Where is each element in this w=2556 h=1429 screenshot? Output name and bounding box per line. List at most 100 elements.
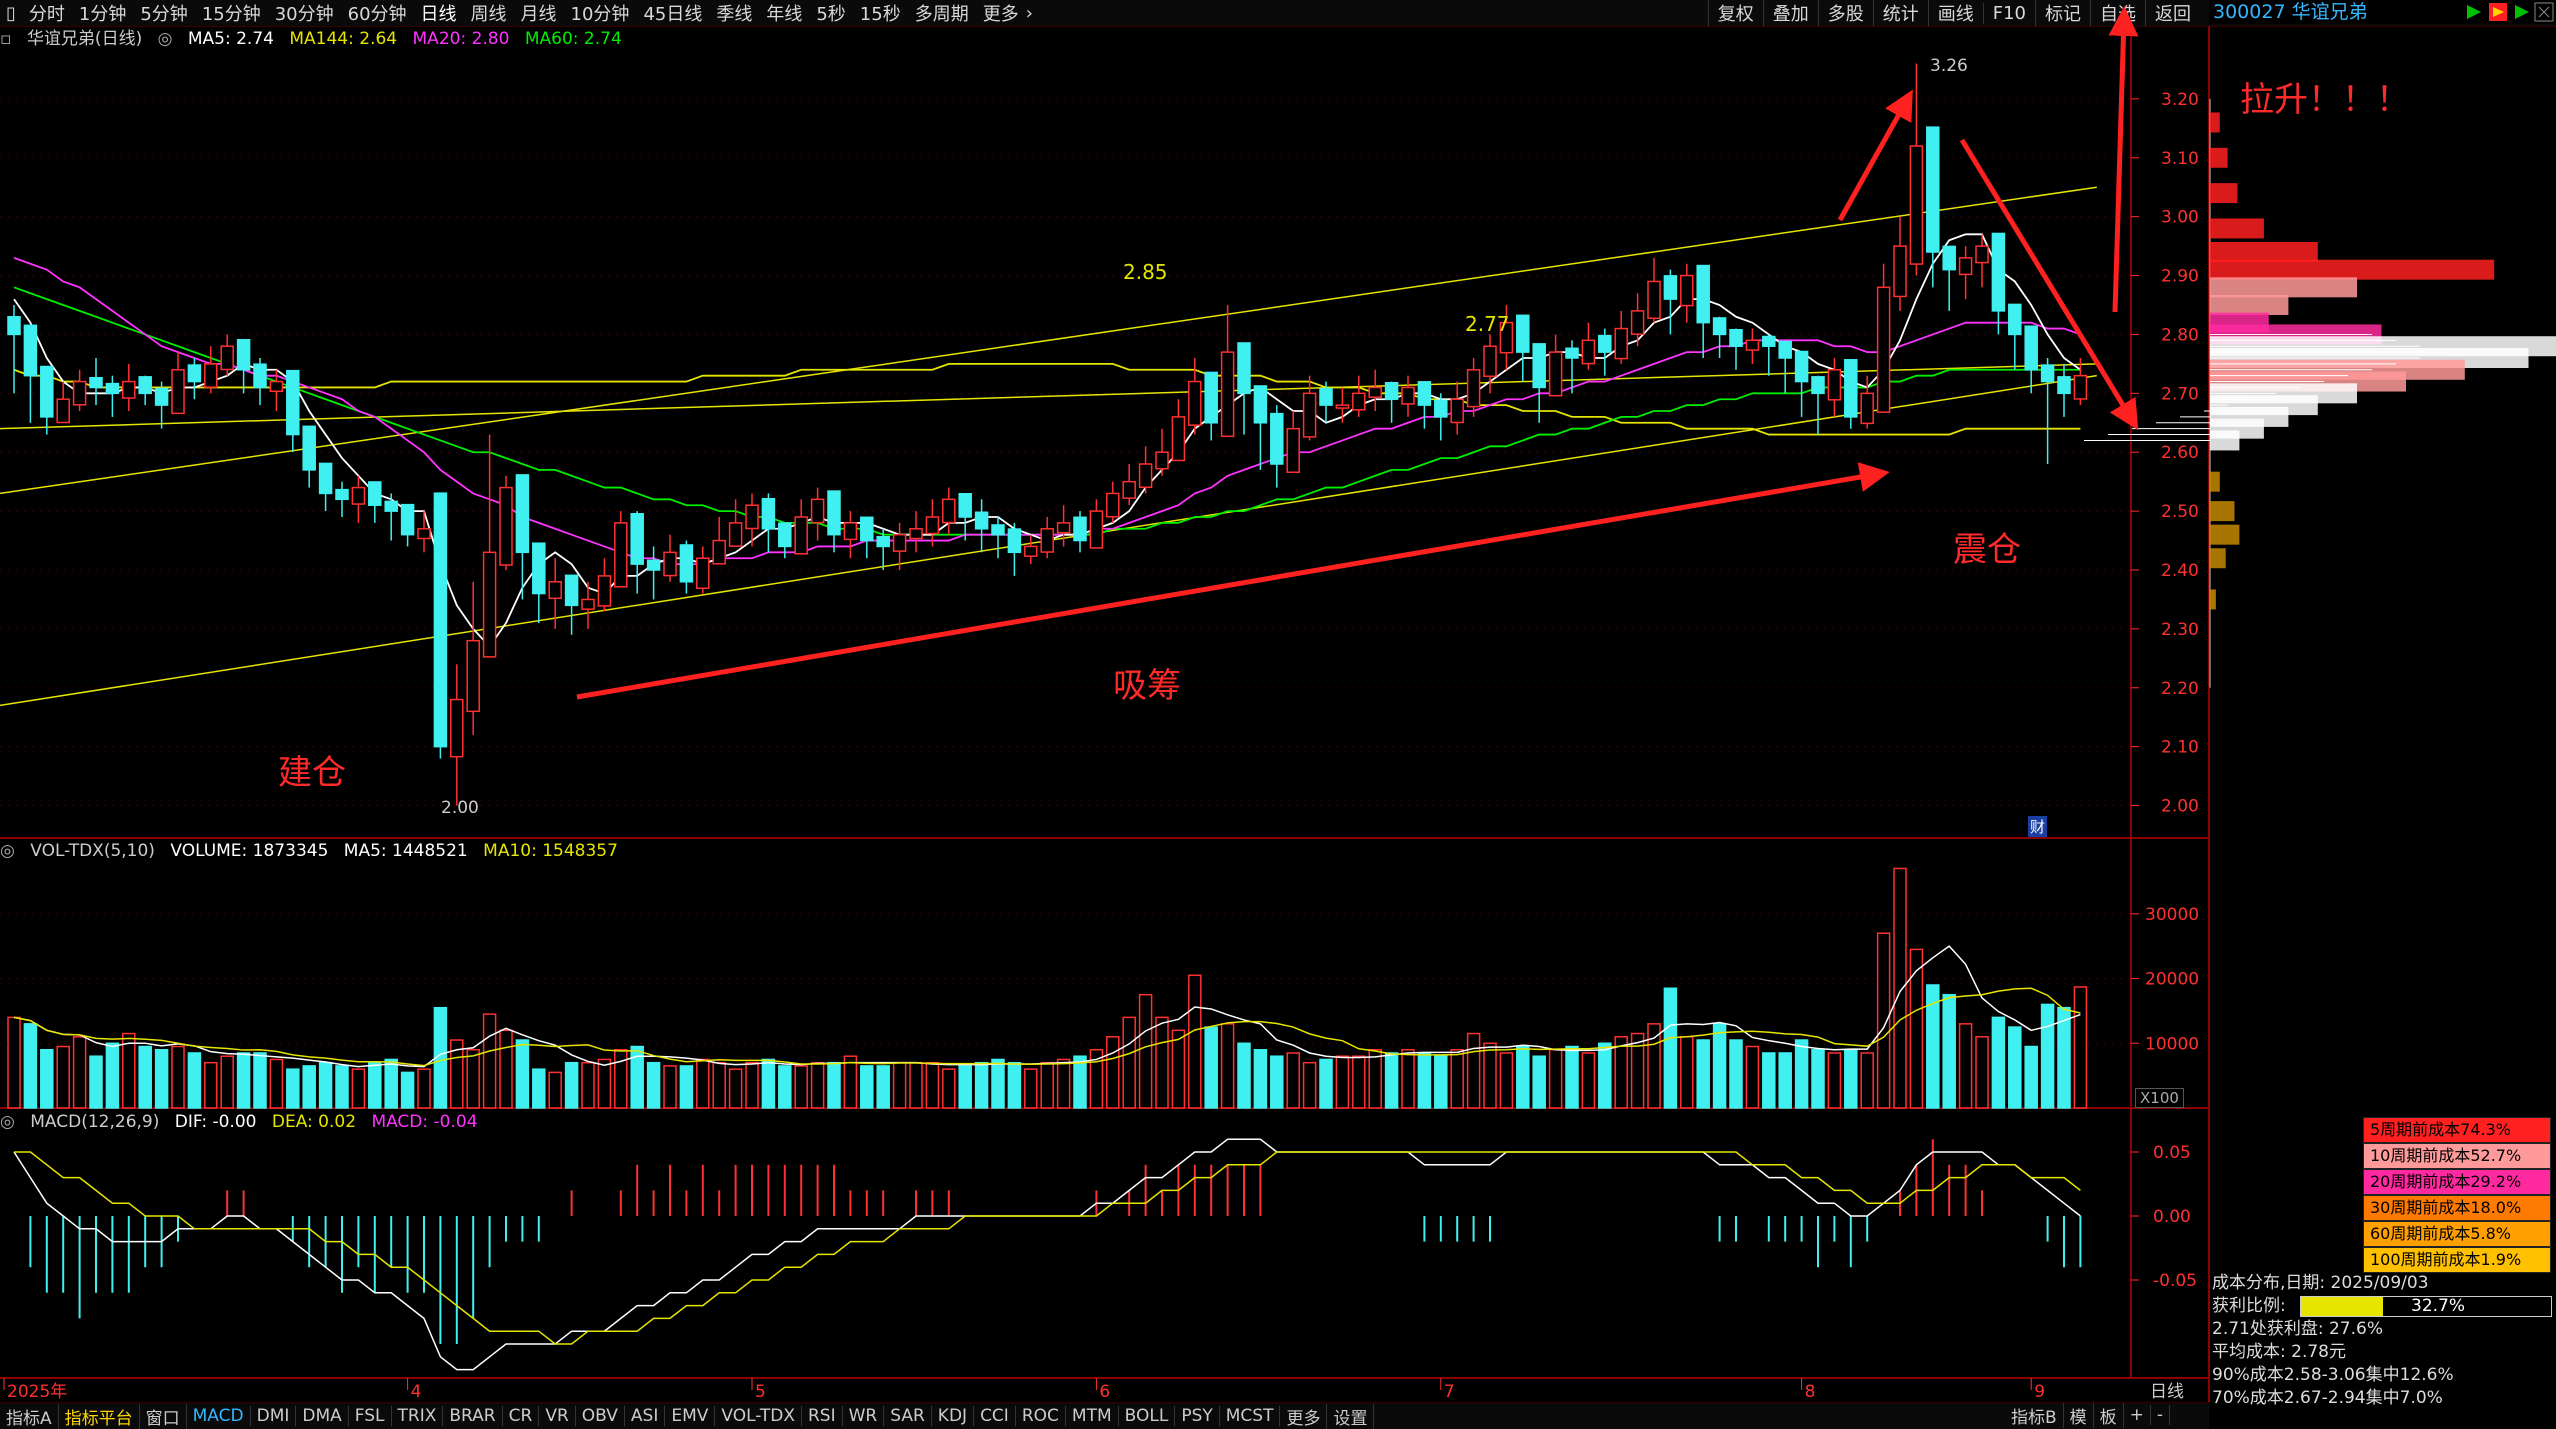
volume-bar [548, 1071, 562, 1109]
volume-bar [105, 1042, 120, 1109]
indicator-tab[interactable]: EMV [665, 1406, 716, 1426]
indicator-tab[interactable]: 指标A [0, 1403, 59, 1429]
candle-body [1171, 416, 1186, 462]
candle-body [1073, 516, 1087, 542]
candle-body [1745, 339, 1760, 351]
indicator-tab[interactable]: BRAR [443, 1406, 503, 1426]
candle-body [1532, 343, 1546, 389]
volume-bar [1794, 1039, 1809, 1109]
candle-body [778, 522, 792, 548]
cost-period-row[interactable]: 20周期前成本29.2% [2363, 1169, 2551, 1195]
cost-period-row[interactable]: 30周期前成本18.0% [2363, 1195, 2551, 1221]
indicator-tab[interactable]: RSI [802, 1406, 843, 1426]
candle-body [2008, 303, 2022, 336]
chip-band [2210, 548, 2226, 569]
volume-bar [40, 1048, 54, 1109]
volume-bar [1188, 974, 1202, 1109]
indicator-tab[interactable]: DMI [251, 1406, 297, 1426]
indicator-tab[interactable]: VOL-TDX [715, 1406, 802, 1426]
volume-bar [1516, 1045, 1530, 1109]
indicator-tab-right[interactable]: 板 [2094, 1402, 2124, 1428]
indicator-tab[interactable]: ASI [625, 1406, 666, 1426]
volume-bar [335, 1065, 349, 1109]
indicator-tab[interactable]: FSL [349, 1406, 392, 1426]
indicator-tab[interactable]: MACD [187, 1406, 251, 1426]
indicator-tab[interactable]: TRIX [392, 1406, 444, 1426]
candle-body [40, 365, 54, 418]
volume-bar [1417, 1052, 1432, 1109]
volume-bar [1056, 1058, 1071, 1109]
price-tick-label: 2.50 [2161, 502, 2199, 522]
cost-period-row[interactable]: 100周期前成本1.9% [2363, 1247, 2551, 1273]
indicator-tab[interactable]: PSY [1175, 1406, 1220, 1426]
indicator-tab[interactable]: OBV [576, 1406, 625, 1426]
cost-period-row[interactable]: 5周期前成本74.3% [2363, 1117, 2551, 1143]
date-tick-label: 4 [411, 1382, 422, 1402]
indicator-tab[interactable]: VR [539, 1406, 576, 1426]
indicator-tab[interactable]: BOLL [1119, 1406, 1176, 1426]
indicator-tab-right[interactable]: 模 [2064, 1402, 2094, 1428]
volume-bar [581, 1061, 595, 1109]
candle-body [1811, 376, 1825, 395]
indicator-tab-right[interactable]: - [2151, 1405, 2171, 1425]
cost-period-row[interactable]: 10周期前成本52.7% [2363, 1143, 2551, 1169]
candle-body [1630, 310, 1645, 335]
candle-body [1384, 381, 1399, 400]
candle-body [712, 539, 726, 565]
price-tick-label: 2.70 [2161, 384, 2199, 404]
indicator-tab[interactable]: ROC [1016, 1406, 1066, 1426]
vol-tick-label: 10000 [2145, 1034, 2199, 1054]
volume-bar [1401, 1048, 1415, 1109]
candle-body [1860, 392, 1874, 425]
volume-bar [1909, 948, 1924, 1109]
indicator-tab[interactable]: DMA [296, 1406, 349, 1426]
indicator-tab[interactable]: 设置 [1327, 1403, 1375, 1429]
cost-period-row[interactable]: 60周期前成本5.8% [2363, 1221, 2551, 1247]
date-tick-label: 8 [1805, 1382, 1816, 1402]
candle-body [942, 498, 956, 524]
candle-body [368, 481, 382, 506]
volume-bar [1565, 1045, 1579, 1109]
volume-bar [1499, 1052, 1514, 1109]
candle-body [728, 522, 743, 547]
volume-bar [1384, 1052, 1399, 1109]
indicator-tab[interactable]: SAR [884, 1406, 932, 1426]
indicator-tab[interactable]: KDJ [932, 1406, 975, 1426]
indicator-tab[interactable]: 窗口 [140, 1403, 187, 1429]
volume-bar [1122, 1016, 1136, 1109]
volume-bar [794, 1065, 808, 1109]
indicator-tabs: 指标A 指标平台 窗口 MACD DMI DMA FSL TRIX BRAR CR VR OBV ASI… [0, 1402, 2209, 1429]
volume-bar [1991, 1016, 2006, 1109]
volume-bar [187, 1052, 202, 1109]
volume-bar [1319, 1058, 1333, 1109]
volume-bar [728, 1068, 743, 1109]
candle-body [761, 497, 776, 530]
volume-bar [2073, 986, 2088, 1109]
candle-body [892, 533, 907, 552]
indicator-tab[interactable]: MTM [1066, 1406, 1119, 1426]
indicator-tab[interactable]: CR [503, 1406, 540, 1426]
vol-unit-label: X100 [2135, 1088, 2184, 1108]
indicator-tab-right[interactable]: 指标B [2005, 1402, 2064, 1428]
indicator-tab-right[interactable]: + [2124, 1405, 2151, 1425]
indicator-tab[interactable]: CCI [974, 1406, 1016, 1426]
date-axis-period: 日线 [2150, 1382, 2184, 1402]
stock-chart[interactable]: 3.20 3.10 3.00 2.90 2.80 2.70 2.60 2.50 2.40 2.30… [0, 0, 2556, 1402]
candle-body [1614, 327, 1628, 360]
candle-body [286, 369, 300, 436]
indicator-tab[interactable]: MCST [1220, 1406, 1281, 1426]
candle-body [1286, 427, 1300, 473]
volume-bar [2008, 1026, 2022, 1109]
volume-bar [1286, 1052, 1300, 1109]
profit-bar: 32.7% [2300, 1296, 2552, 1317]
finance-marker[interactable]: 财 [2028, 816, 2048, 837]
volume-bar [154, 1048, 169, 1109]
indicator-tab[interactable]: 更多 [1280, 1403, 1328, 1429]
volume-bar [1335, 1055, 1350, 1109]
indicator-tab[interactable]: 指标平台 [59, 1403, 140, 1429]
volume-bar [761, 1058, 776, 1109]
high-price-label: 3.26 [1930, 56, 1968, 76]
indicator-tab[interactable]: WR [843, 1406, 885, 1426]
candle-body [1302, 392, 1317, 438]
vol-ma5-line [13, 945, 2081, 1068]
